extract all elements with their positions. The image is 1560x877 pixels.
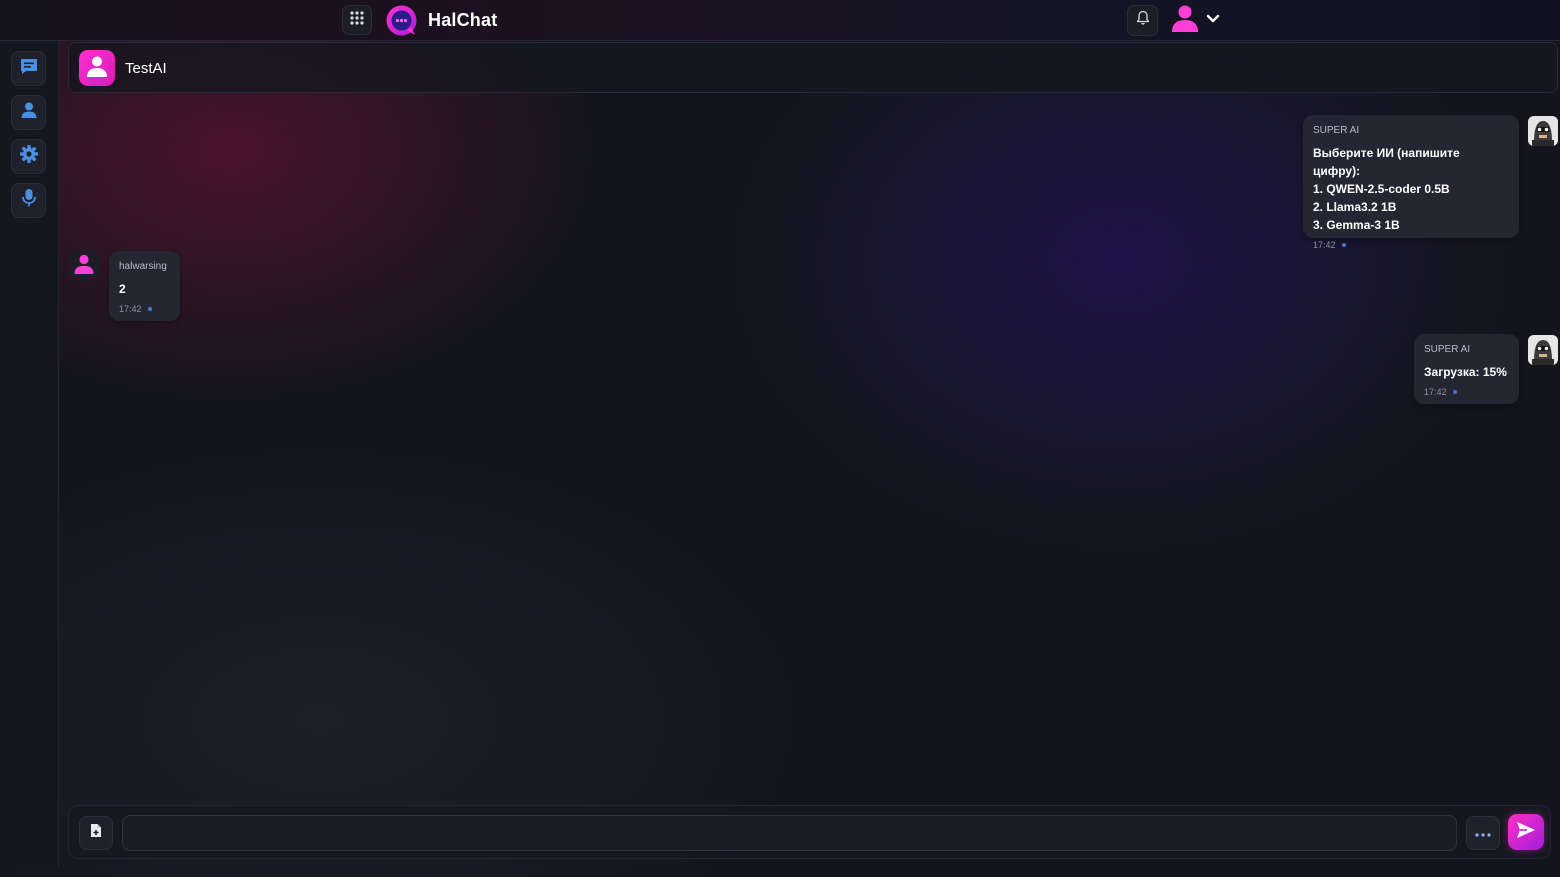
user-icon xyxy=(1170,3,1200,38)
message-meta: 17:42 xyxy=(1313,240,1509,250)
rail-item-voice[interactable] xyxy=(11,183,46,218)
microphone-icon xyxy=(21,188,37,213)
robot-face-icon xyxy=(1528,116,1558,146)
message-text: Загрузка: 15% xyxy=(1424,365,1507,379)
message-time: 17:42 xyxy=(1424,387,1447,397)
top-bar: HalChat xyxy=(0,0,1560,41)
contacts-icon xyxy=(20,101,38,124)
file-icon xyxy=(90,823,102,843)
ellipsis-icon xyxy=(1475,824,1491,842)
brand-name[interactable]: HalChat xyxy=(428,10,497,31)
rail-item-settings[interactable] xyxy=(11,139,46,174)
message-bubble-ai: SUPER AI Выберите ИИ (напишите цифру): 1… xyxy=(1303,115,1519,250)
robot-face-icon xyxy=(1528,335,1558,365)
message-text: 2 xyxy=(119,282,126,296)
user-menu[interactable] xyxy=(1170,4,1224,36)
attach-file-button[interactable] xyxy=(79,816,113,850)
message-bubble-ai: SUPER AI Загрузка: 15% 17:42 xyxy=(1414,334,1519,404)
message-sender: SUPER AI xyxy=(1313,125,1360,136)
message-sender: SUPER AI xyxy=(1424,344,1471,355)
chevron-down-icon xyxy=(1206,11,1220,29)
chat-avatar[interactable] xyxy=(79,50,115,86)
chat-bubble-logo-icon[interactable] xyxy=(385,4,418,37)
send-button[interactable] xyxy=(1508,814,1544,850)
message-composer xyxy=(68,805,1551,859)
chat-header: TestAI xyxy=(68,42,1558,93)
apps-button[interactable] xyxy=(342,5,372,35)
side-rail xyxy=(0,41,59,867)
rail-item-contacts[interactable] xyxy=(11,95,46,130)
read-status-icon xyxy=(147,307,152,311)
more-options-button[interactable] xyxy=(1466,816,1500,850)
message-meta: 17:42 xyxy=(1424,387,1509,397)
rail-item-chats[interactable] xyxy=(11,51,46,86)
message-input[interactable] xyxy=(122,815,1457,851)
message-time: 17:42 xyxy=(1313,240,1336,250)
message-sender: halwarsing xyxy=(119,261,167,272)
user-icon xyxy=(85,54,109,83)
ai-avatar[interactable] xyxy=(1528,116,1558,146)
user-icon xyxy=(73,253,95,280)
message-text: Выберите ИИ (напишите цифру): 1. QWEN-2.… xyxy=(1313,146,1460,232)
message-meta: 17:42 xyxy=(119,304,170,314)
read-status-icon xyxy=(1452,390,1457,394)
message-bubble-user: halwarsing 2 17:42 xyxy=(109,251,180,321)
send-icon xyxy=(1516,821,1536,844)
user-avatar[interactable] xyxy=(69,251,99,281)
message-time: 17:42 xyxy=(119,304,142,314)
grid-icon xyxy=(349,10,365,31)
read-status-icon xyxy=(1341,243,1346,247)
gear-icon xyxy=(19,144,39,169)
chat-title: TestAI xyxy=(125,60,167,77)
bell-icon xyxy=(1136,10,1150,31)
ai-avatar[interactable] xyxy=(1528,335,1558,365)
notifications-button[interactable] xyxy=(1127,5,1158,36)
chat-icon xyxy=(19,56,39,81)
